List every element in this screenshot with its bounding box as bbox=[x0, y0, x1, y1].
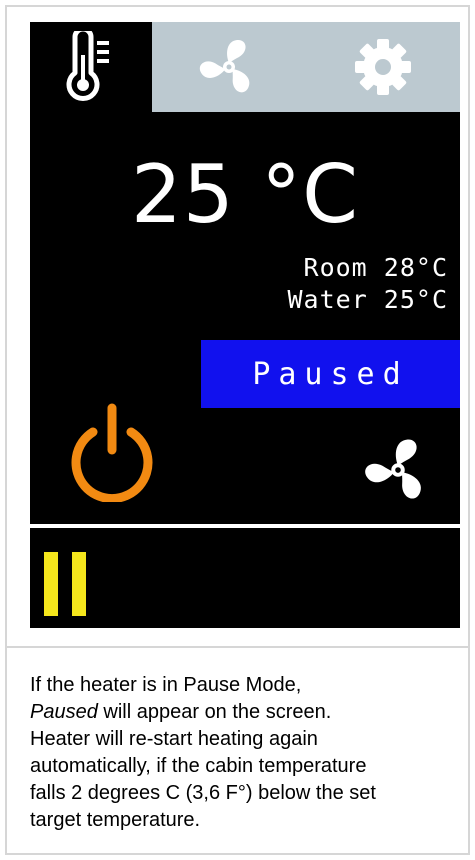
caption-line-3: Heater will re-start heating again bbox=[30, 728, 318, 750]
room-temperature-reading: Room 28°C bbox=[303, 253, 448, 282]
tab-fan[interactable] bbox=[152, 22, 306, 112]
frame-divider bbox=[7, 646, 468, 648]
tab-settings[interactable] bbox=[306, 22, 460, 112]
caption-line-4: automatically, if the cabin temperature bbox=[30, 755, 367, 777]
caption-line-6: target temperature. bbox=[30, 809, 201, 831]
caption-line-5: falls 2 degrees C (3,6 F°) below the set bbox=[30, 782, 376, 804]
pause-icon bbox=[44, 552, 88, 616]
caption-text: If the heater is in Pause Mode, Paused w… bbox=[30, 672, 450, 834]
status-banner: Paused bbox=[201, 340, 460, 408]
caption-line-2: Paused will appear on the screen. bbox=[30, 699, 450, 726]
screen-divider bbox=[30, 524, 460, 528]
power-button[interactable] bbox=[64, 398, 160, 504]
fan-icon bbox=[365, 439, 421, 499]
thermometer-icon bbox=[66, 31, 109, 101]
heater-display: 25 °C Room 28°C Water 25°C Paused bbox=[30, 22, 460, 628]
setpoint-temperature: 25 °C bbox=[130, 148, 360, 241]
water-temperature-reading: Water 25°C bbox=[287, 285, 448, 314]
tab-temperature[interactable] bbox=[30, 22, 152, 112]
gear-icon bbox=[355, 39, 411, 95]
caption-line-2-rest: will appear on the screen. bbox=[97, 701, 332, 723]
caption-line-1: If the heater is in Pause Mode, bbox=[30, 674, 302, 696]
status-label: Paused bbox=[252, 356, 409, 392]
pause-bar-left bbox=[44, 552, 58, 616]
caption-paused-word: Paused bbox=[30, 701, 98, 723]
power-icon bbox=[71, 403, 153, 504]
pause-bar-right bbox=[72, 552, 86, 616]
fan-button[interactable] bbox=[362, 434, 434, 506]
fan-icon bbox=[199, 39, 250, 93]
tab-bar bbox=[30, 22, 460, 112]
